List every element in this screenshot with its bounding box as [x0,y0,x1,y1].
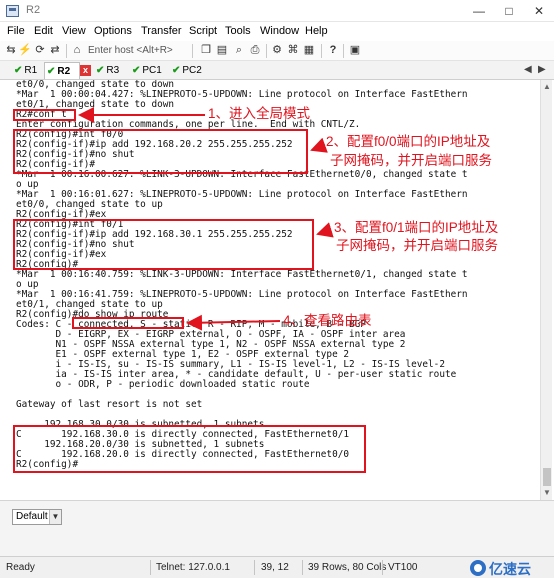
keymap-icon[interactable]: ⌘ [286,43,300,58]
highlight-box-show-route [72,317,184,329]
title-bar: R2 — □ ✕ [0,0,554,22]
reconnect-icon[interactable]: ⟳ [33,43,47,58]
chevron-down-icon[interactable]: ▼ [49,510,61,524]
tab-pc2[interactable]: ✔ PC2 [170,62,208,79]
connected-check-icon: ✔ [132,65,141,76]
tab-pc1[interactable]: ✔ PC1 [130,62,168,79]
annotation-step-4: 4、查看路由表 [283,313,372,328]
paste-icon[interactable]: ▤ [215,43,229,58]
find-icon[interactable]: ⌕ [232,43,246,58]
menu-transfer[interactable]: Transfer [141,25,182,37]
terminal-line: Gateway of last resort is not set [16,399,203,410]
scroll-down-icon[interactable]: ▼ [543,488,551,497]
settings-icon[interactable]: ⚙ [270,43,284,58]
terminal-scrollbar[interactable]: ▲ ▼ [540,80,552,500]
connected-check-icon: ✔ [14,65,23,76]
status-ready: Ready [6,562,35,573]
highlight-box-routes [13,425,366,473]
menu-file[interactable]: File [7,25,25,37]
status-size: 39 Rows, 80 Cols [308,562,387,573]
status-divider [382,560,383,575]
tab-close-icon[interactable]: x [80,65,91,76]
tab-label: PC1 [142,65,162,76]
host-icon: ⌂ [73,44,81,56]
map-icon[interactable]: ▣ [348,43,362,58]
highlight-box-conf-t [13,109,76,121]
app-icon [6,5,19,17]
tab-next-icon[interactable]: ▶ [538,64,546,75]
toolbar-separator [321,44,322,58]
status-divider [150,560,151,575]
tab-label: R2 [57,66,71,77]
toolbar-separator [343,44,344,58]
scroll-up-icon[interactable]: ▲ [543,82,551,91]
menu-window[interactable]: Window [260,25,299,37]
highlight-box-f0-0 [13,129,308,174]
toolbar: ⇆ ⚡ ⟳ ⇄ ⌂ Enter host <Alt+R> ❐ ▤ ⌕ ⎙ ⚙ ⌘… [0,41,554,61]
tab-prev-icon[interactable]: ◀ [524,64,532,75]
lightning-icon[interactable]: ⚡ [18,43,32,58]
menu-view[interactable]: View [62,25,86,37]
tab-r1[interactable]: ✔ R1 [12,62,42,79]
menu-script[interactable]: Script [189,25,217,37]
menu-edit[interactable]: Edit [34,25,53,37]
menu-options[interactable]: Options [94,25,132,37]
print-icon[interactable]: ⎙ [248,43,262,58]
toolbar-separator [192,44,193,58]
help-icon[interactable]: ? [326,43,340,58]
sftp-icon[interactable]: ▦ [302,43,316,58]
bottom-panel: Default ▼ [0,500,554,556]
annotation-step-3-line2: 子网掩码，并开启端口服务 [336,238,498,253]
annotation-step-3-line1: 3、配置f0/1端口的IP地址及 [334,220,499,235]
toolbar-separator [266,44,267,58]
status-divider [302,560,303,575]
maximize-button[interactable]: □ [494,0,524,22]
status-telnet: Telnet: 127.0.0.1 [156,562,230,573]
copy-icon[interactable]: ❐ [199,43,213,58]
annotation-step-2-line1: 2、配置f0/0端口的IP地址及 [326,134,491,149]
scroll-thumb[interactable] [543,468,551,486]
status-cursor: 39, 12 [261,562,289,573]
menu-bar: File Edit View Options Transfer Script T… [0,22,554,41]
menu-help[interactable]: Help [305,25,328,37]
menu-tools[interactable]: Tools [225,25,251,37]
annotation-step-2-line2: 子网掩码，并开启端口服务 [330,153,492,168]
connect-icon[interactable]: ⇆ [4,43,18,58]
tab-label: PC2 [182,65,202,76]
connected-check-icon: ✔ [172,65,181,76]
annotation-step-1: 1、进入全局模式 [208,106,311,121]
tab-r3[interactable]: ✔ R3 [94,62,126,79]
terminal-line: o - ODR, P - periodic downloaded static … [16,379,310,390]
terminal-line: *Mar 1 00:16:40.759: %LINK-3-UPDOWN: Int… [16,269,468,280]
tab-r2[interactable]: ✔ R2 [44,62,80,79]
connected-check-icon: ✔ [47,66,56,77]
session-select-value: Default [16,511,48,522]
minimize-button[interactable]: — [464,0,494,22]
disconnect-icon[interactable]: ⇄ [48,43,62,58]
connected-check-icon: ✔ [96,65,105,76]
tab-label: R3 [106,65,120,76]
status-term: VT100 [388,562,418,573]
close-button[interactable]: ✕ [524,0,554,22]
watermark-logo-icon [470,560,486,576]
session-tabs: ✔ R1 ✔ R2 x ✔ R3 ✔ PC1 ✔ PC2 ◀ ▶ [0,61,554,80]
highlight-box-f0-1 [13,219,314,270]
status-divider [254,560,255,575]
toolbar-separator [66,44,67,58]
session-select[interactable]: Default ▼ [12,509,62,525]
tab-label: R1 [24,65,38,76]
host-input[interactable]: Enter host <Alt+R> [88,43,173,58]
window-title: R2 [26,4,41,16]
watermark-text: 亿速云 [489,561,531,577]
